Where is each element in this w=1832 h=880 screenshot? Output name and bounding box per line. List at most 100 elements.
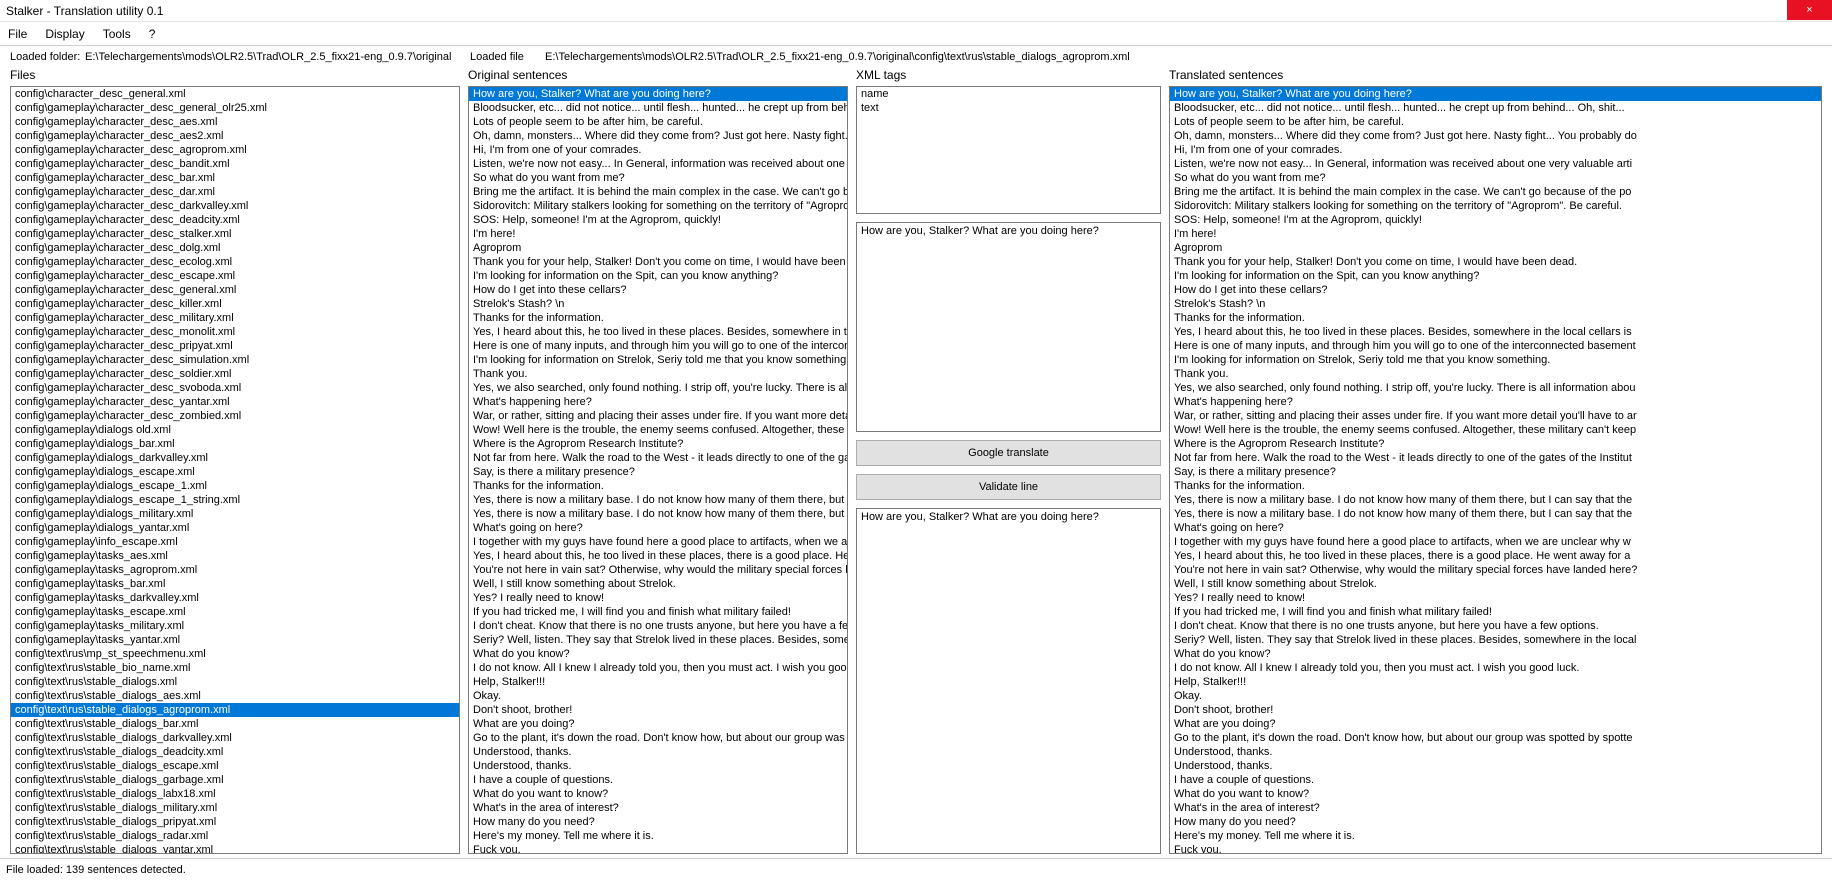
translated-row[interactable]: Go to the plant, it's down the road. Don… bbox=[1170, 731, 1821, 745]
original-row[interactable]: I'm looking for information on Strelok, … bbox=[469, 353, 847, 367]
original-row[interactable]: What's in the area of interest? bbox=[469, 801, 847, 815]
translated-row[interactable]: Wow! Well here is the trouble, the enemy… bbox=[1170, 423, 1821, 437]
google-translate-button[interactable]: Google translate bbox=[856, 440, 1161, 466]
original-row[interactable]: Hi, I'm from one of your comrades. bbox=[469, 143, 847, 157]
translated-row[interactable]: Well, I still know something about Strel… bbox=[1170, 577, 1821, 591]
translated-row[interactable]: SOS: Help, someone! I'm at the Agroprom,… bbox=[1170, 213, 1821, 227]
translated-row[interactable]: I don't cheat. Know that there is no one… bbox=[1170, 619, 1821, 633]
translated-row[interactable]: How many do you need? bbox=[1170, 815, 1821, 829]
translated-row[interactable]: I do not know. All I knew I already told… bbox=[1170, 661, 1821, 675]
file-row[interactable]: config\gameplay\character_desc_ecolog.xm… bbox=[11, 255, 459, 269]
translated-row[interactable]: Here is one of many inputs, and through … bbox=[1170, 339, 1821, 353]
translated-listbox[interactable]: How are you, Stalker? What are you doing… bbox=[1169, 86, 1822, 854]
original-row[interactable]: Not far from here. Walk the road to the … bbox=[469, 451, 847, 465]
original-row[interactable]: I together with my guys have found here … bbox=[469, 535, 847, 549]
original-row[interactable]: Thanks for the information. bbox=[469, 479, 847, 493]
translated-row[interactable]: How are you, Stalker? What are you doing… bbox=[1170, 87, 1821, 101]
translated-row[interactable]: You're not here in vain sat? Otherwise, … bbox=[1170, 563, 1821, 577]
file-row[interactable]: config\text\rus\mp_st_speechmenu.xml bbox=[11, 647, 459, 661]
translated-row[interactable]: Okay. bbox=[1170, 689, 1821, 703]
file-row[interactable]: config\gameplay\character_desc_monolit.x… bbox=[11, 325, 459, 339]
file-row[interactable]: config\gameplay\character_desc_escape.xm… bbox=[11, 269, 459, 283]
file-row[interactable]: config\gameplay\character_desc_general.x… bbox=[11, 283, 459, 297]
file-row[interactable]: config\gameplay\tasks_darkvalley.xml bbox=[11, 591, 459, 605]
file-row[interactable]: config\gameplay\info_escape.xml bbox=[11, 535, 459, 549]
translated-row[interactable]: So what do you want from me? bbox=[1170, 171, 1821, 185]
original-row[interactable]: Listen, we're now not easy... In General… bbox=[469, 157, 847, 171]
file-row[interactable]: config\gameplay\character_desc_yantar.xm… bbox=[11, 395, 459, 409]
original-row[interactable]: What's happening here? bbox=[469, 395, 847, 409]
translated-row[interactable]: I together with my guys have found here … bbox=[1170, 535, 1821, 549]
translated-row[interactable]: I have a couple of questions. bbox=[1170, 773, 1821, 787]
translated-row[interactable]: Sidorovitch: Military stalkers looking f… bbox=[1170, 199, 1821, 213]
original-row[interactable]: Thank you. bbox=[469, 367, 847, 381]
original-row[interactable]: Don't shoot, brother! bbox=[469, 703, 847, 717]
file-row[interactable]: config\text\rus\stable_dialogs_labx18.xm… bbox=[11, 787, 459, 801]
original-listbox[interactable]: How are you, Stalker? What are you doing… bbox=[468, 86, 848, 854]
file-row[interactable]: config\gameplay\tasks_bar.xml bbox=[11, 577, 459, 591]
xml-tags-listbox[interactable]: nametext bbox=[856, 86, 1161, 214]
file-row[interactable]: config\gameplay\character_desc_simulatio… bbox=[11, 353, 459, 367]
files-listbox[interactable]: config\character_desc_general.xmlconfig\… bbox=[10, 86, 460, 854]
file-row[interactable]: config\gameplay\character_desc_bar.xml bbox=[11, 171, 459, 185]
original-row[interactable]: What are you doing? bbox=[469, 717, 847, 731]
file-row[interactable]: config\gameplay\character_desc_general_o… bbox=[11, 101, 459, 115]
file-row[interactable]: config\text\rus\stable_dialogs_darkvalle… bbox=[11, 731, 459, 745]
original-row[interactable]: Thanks for the information. bbox=[469, 311, 847, 325]
file-row[interactable]: config\gameplay\dialogs_yantar.xml bbox=[11, 521, 459, 535]
original-row[interactable]: Go to the plant, it's down the road. Don… bbox=[469, 731, 847, 745]
original-row[interactable]: Lots of people seem to be after him, be … bbox=[469, 115, 847, 129]
translated-row[interactable]: What's in the area of interest? bbox=[1170, 801, 1821, 815]
original-row[interactable]: I'm looking for information on the Spit,… bbox=[469, 269, 847, 283]
translated-row[interactable]: Where is the Agroprom Research Institute… bbox=[1170, 437, 1821, 451]
file-row[interactable]: config\gameplay\character_desc_zombied.x… bbox=[11, 409, 459, 423]
translated-row[interactable]: If you had tricked me, I will find you a… bbox=[1170, 605, 1821, 619]
file-row[interactable]: config\gameplay\dialogs_escape_1.xml bbox=[11, 479, 459, 493]
file-row[interactable]: config\gameplay\dialogs_bar.xml bbox=[11, 437, 459, 451]
translated-row[interactable]: Yes, I heard about this, he too lived in… bbox=[1170, 549, 1821, 563]
file-row[interactable]: config\gameplay\character_desc_pripyat.x… bbox=[11, 339, 459, 353]
original-row[interactable]: What's going on here? bbox=[469, 521, 847, 535]
translated-row[interactable]: Bring me the artifact. It is behind the … bbox=[1170, 185, 1821, 199]
file-row[interactable]: config\text\rus\stable_dialogs_agroprom.… bbox=[11, 703, 459, 717]
translated-row[interactable]: Thanks for the information. bbox=[1170, 479, 1821, 493]
translated-row[interactable]: Strelok's Stash? \n bbox=[1170, 297, 1821, 311]
file-row[interactable]: config\gameplay\character_desc_aes.xml bbox=[11, 115, 459, 129]
close-button[interactable]: × bbox=[1787, 0, 1832, 20]
file-row[interactable]: config\gameplay\character_desc_soldier.x… bbox=[11, 367, 459, 381]
original-row[interactable]: Bloodsucker, etc... did not notice... un… bbox=[469, 101, 847, 115]
translated-row[interactable]: Not far from here. Walk the road to the … bbox=[1170, 451, 1821, 465]
file-row[interactable]: config\text\rus\stable_dialogs.xml bbox=[11, 675, 459, 689]
file-row[interactable]: config\gameplay\character_desc_stalker.x… bbox=[11, 227, 459, 241]
file-row[interactable]: config\text\rus\stable_dialogs_garbage.x… bbox=[11, 773, 459, 787]
xml-tag-row[interactable]: text bbox=[857, 101, 1160, 115]
original-row[interactable]: War, or rather, sitting and placing thei… bbox=[469, 409, 847, 423]
menu-help[interactable]: ? bbox=[149, 27, 156, 41]
xml-tag-row[interactable]: name bbox=[857, 87, 1160, 101]
file-row[interactable]: config\gameplay\character_desc_dolg.xml bbox=[11, 241, 459, 255]
file-row[interactable]: config\gameplay\character_desc_deadcity.… bbox=[11, 213, 459, 227]
translated-row[interactable]: I'm here! bbox=[1170, 227, 1821, 241]
translated-row[interactable]: Bloodsucker, etc... did not notice... un… bbox=[1170, 101, 1821, 115]
menu-file[interactable]: File bbox=[8, 27, 27, 41]
original-row[interactable]: Yes, there is now a military base. I do … bbox=[469, 493, 847, 507]
translated-row[interactable]: Don't shoot, brother! bbox=[1170, 703, 1821, 717]
translated-row[interactable]: What do you know? bbox=[1170, 647, 1821, 661]
original-row[interactable]: Seriy? Well, listen. They say that Strel… bbox=[469, 633, 847, 647]
original-row[interactable]: I do not know. All I knew I already told… bbox=[469, 661, 847, 675]
file-row[interactable]: config\gameplay\character_desc_military.… bbox=[11, 311, 459, 325]
file-row[interactable]: config\gameplay\tasks_yantar.xml bbox=[11, 633, 459, 647]
original-row[interactable]: Wow! Well here is the trouble, the enemy… bbox=[469, 423, 847, 437]
original-row[interactable]: Yes, I heard about this, he too lived in… bbox=[469, 549, 847, 563]
translated-row[interactable]: Say, is there a military presence? bbox=[1170, 465, 1821, 479]
original-row[interactable]: Thank you for your help, Stalker! Don't … bbox=[469, 255, 847, 269]
original-row[interactable]: Here is one of many inputs, and through … bbox=[469, 339, 847, 353]
original-row[interactable]: You're not here in vain sat? Otherwise, … bbox=[469, 563, 847, 577]
translated-row[interactable]: Fuck you. bbox=[1170, 843, 1821, 854]
file-row[interactable]: config\text\rus\stable_dialogs_yantar.xm… bbox=[11, 843, 459, 854]
original-row[interactable]: Bring me the artifact. It is behind the … bbox=[469, 185, 847, 199]
translated-row[interactable]: Understood, thanks. bbox=[1170, 759, 1821, 773]
translated-row[interactable]: Seriy? Well, listen. They say that Strel… bbox=[1170, 633, 1821, 647]
original-row[interactable]: What do you know? bbox=[469, 647, 847, 661]
file-row[interactable]: config\gameplay\tasks_aes.xml bbox=[11, 549, 459, 563]
